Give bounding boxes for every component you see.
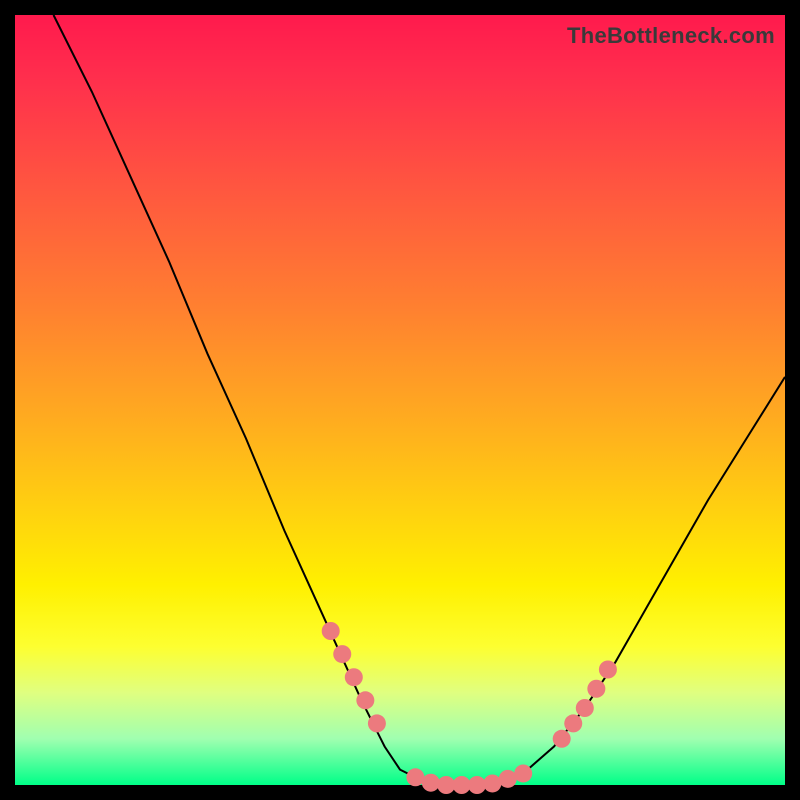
data-marker bbox=[422, 774, 440, 792]
data-marker bbox=[576, 699, 594, 717]
data-marker bbox=[356, 691, 374, 709]
data-marker bbox=[406, 768, 424, 786]
bottleneck-curve bbox=[54, 15, 786, 785]
data-marker bbox=[514, 764, 532, 782]
data-marker bbox=[553, 730, 571, 748]
data-markers bbox=[322, 622, 617, 794]
data-marker bbox=[587, 680, 605, 698]
data-marker bbox=[453, 776, 471, 794]
data-marker bbox=[483, 774, 501, 792]
watermark-label: TheBottleneck.com bbox=[567, 23, 775, 49]
data-marker bbox=[468, 776, 486, 794]
data-marker bbox=[333, 645, 351, 663]
chart-svg bbox=[15, 15, 785, 785]
data-marker bbox=[368, 714, 386, 732]
plot-area: TheBottleneck.com bbox=[15, 15, 785, 785]
data-marker bbox=[322, 622, 340, 640]
data-marker bbox=[564, 714, 582, 732]
data-marker bbox=[437, 776, 455, 794]
data-marker bbox=[345, 668, 363, 686]
data-marker bbox=[599, 661, 617, 679]
data-marker bbox=[499, 770, 517, 788]
